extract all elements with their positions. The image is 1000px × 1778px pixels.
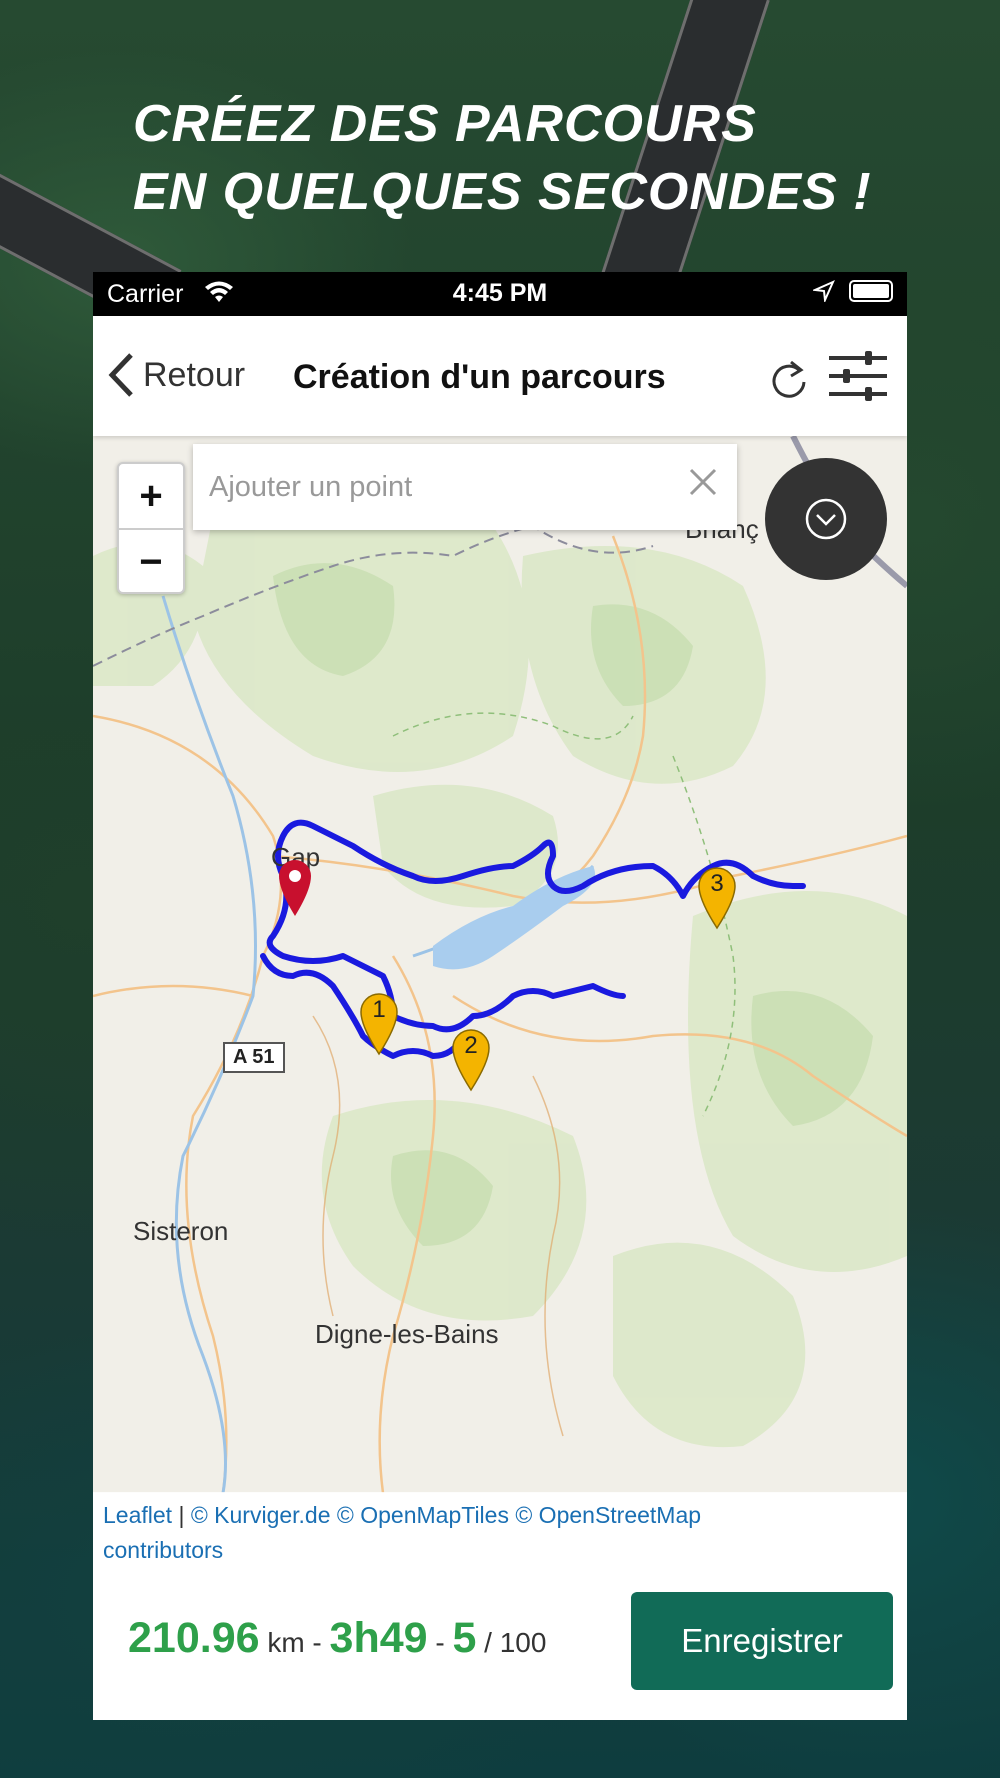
attribution-separator: |	[172, 1502, 191, 1528]
headline-line-2: EN QUELQUES SECONDES !	[133, 163, 872, 221]
refresh-button[interactable]	[769, 356, 809, 405]
close-icon	[689, 468, 717, 496]
distance-value: 210.96	[128, 1614, 260, 1662]
chevron-left-icon	[108, 353, 133, 397]
waypoint-marker[interactable]: 3	[695, 864, 739, 935]
sliders-icon	[829, 351, 887, 401]
separator: -	[304, 1627, 330, 1658]
contributors-link[interactable]: contributors	[103, 1537, 223, 1563]
map-tiles	[93, 436, 907, 1493]
start-marker[interactable]	[275, 856, 315, 918]
waypoint-marker[interactable]: 1	[357, 990, 401, 1061]
add-point-search	[193, 444, 737, 530]
clear-button[interactable]	[687, 466, 719, 503]
back-button[interactable]: Retour	[107, 352, 245, 398]
battery-icon	[849, 280, 893, 302]
headline-line-1: CRÉEZ DES PARCOURS	[133, 95, 757, 153]
save-button[interactable]: Enregistrer	[631, 1592, 893, 1690]
route-stats: 210.96 km - 3h49 - 5 / 100	[128, 1614, 546, 1663]
chevron-down-circle-icon	[805, 498, 847, 540]
add-point-input[interactable]	[207, 464, 651, 510]
map-view[interactable]: + − Brianç Gap Sisteron Digne-les-Bains …	[93, 436, 907, 1493]
promo-headline: CRÉEZ DES PARCOURS EN QUELQUES SECONDES …	[133, 90, 872, 226]
status-right	[813, 280, 893, 302]
status-bar: Carrier 4:45 PM	[93, 272, 907, 316]
settings-button[interactable]	[827, 350, 889, 407]
location-icon	[813, 280, 835, 302]
clock: 4:45 PM	[452, 279, 548, 307]
refresh-icon	[772, 360, 806, 398]
duration-value: 3h49	[329, 1614, 428, 1662]
road-shield-a51: A 51	[223, 1042, 285, 1073]
page-title: Création d'un parcours	[293, 358, 666, 396]
map-label-sisteron: Sisteron	[133, 1216, 229, 1246]
points-count: 5	[452, 1614, 477, 1662]
distance-unit: km	[267, 1627, 305, 1658]
waypoint-marker[interactable]: 2	[449, 1026, 493, 1097]
zoom-control: + −	[117, 462, 185, 594]
separator: -	[427, 1627, 453, 1658]
phone-screen: Carrier 4:45 PM Retour Création d'un par…	[93, 272, 907, 1720]
nav-bar: Retour Création d'un parcours	[93, 316, 907, 436]
collapse-toggle-button[interactable]	[765, 458, 887, 580]
leaflet-link[interactable]: Leaflet	[103, 1502, 172, 1528]
waypoint-number: 3	[710, 870, 724, 897]
points-max: / 100	[484, 1627, 547, 1658]
map-label-digne: Digne-les-Bains	[315, 1319, 499, 1349]
map-attribution: Leaflet | © Kurviger.de © OpenMapTiles ©…	[93, 1492, 907, 1564]
route-summary-bar: 210.96 km - 3h49 - 5 / 100 Enregistrer	[93, 1562, 907, 1720]
zoom-out-button[interactable]: −	[119, 530, 183, 594]
back-label: Retour	[143, 355, 246, 394]
sources-link[interactable]: © Kurviger.de © OpenMapTiles © OpenStree…	[191, 1502, 701, 1528]
zoom-in-button[interactable]: +	[119, 464, 183, 530]
waypoint-number: 1	[372, 996, 386, 1023]
waypoint-number: 2	[464, 1032, 478, 1059]
